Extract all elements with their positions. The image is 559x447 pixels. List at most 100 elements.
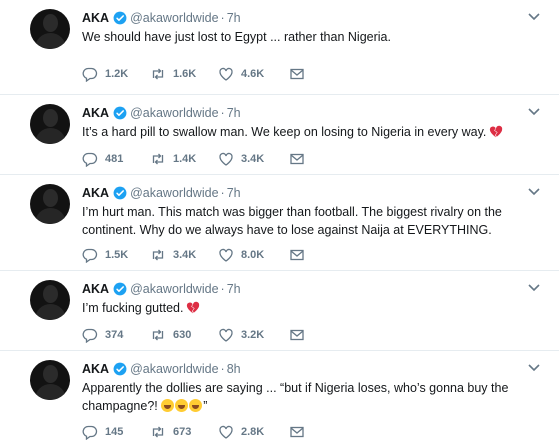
verified-badge-icon	[113, 362, 127, 376]
timestamp[interactable]: 7h	[227, 282, 241, 296]
separator: ·	[220, 282, 225, 296]
like-icon	[219, 425, 233, 439]
retweet-icon	[152, 426, 164, 438]
caret-down-icon[interactable]	[527, 363, 541, 373]
caret-down-icon[interactable]	[527, 12, 541, 22]
retweet-button[interactable]: 3.4K	[150, 247, 218, 263]
avatar[interactable]	[30, 9, 70, 49]
handle[interactable]: @akaworldwide	[130, 362, 218, 376]
tweet[interactable]: AKA @akaworldwide · 7h I’m fucking gutte…	[0, 271, 559, 351]
timestamp[interactable]: 7h	[227, 186, 241, 200]
tweet-header: AKA @akaworldwide · 7h	[82, 105, 241, 121]
direct-message-button[interactable]	[289, 327, 312, 343]
timestamp[interactable]: 7h	[227, 106, 241, 120]
broken-heart-icon	[490, 125, 503, 138]
handle[interactable]: @akaworldwide	[130, 282, 218, 296]
display-name[interactable]: AKA	[82, 362, 109, 376]
separator: ·	[220, 11, 225, 25]
reply-icon	[82, 328, 98, 343]
laughing-emoji-icon	[175, 399, 189, 412]
reply-icon	[82, 248, 98, 263]
like-icon	[219, 152, 233, 166]
display-name[interactable]: AKA	[82, 106, 109, 120]
tweet-actions: 374 630 3.2K	[82, 327, 312, 343]
like-count: 2.8K	[241, 426, 265, 438]
direct-message-button[interactable]	[289, 66, 312, 82]
display-name[interactable]: AKA	[82, 186, 109, 200]
like-icon	[219, 328, 233, 342]
like-button[interactable]: 2.8K	[218, 424, 289, 440]
tweet-text: I’m hurt man. This match was bigger than…	[82, 205, 502, 237]
tweet-actions: 145 673 2.8K	[82, 424, 312, 440]
direct-message-button[interactable]	[289, 247, 312, 263]
avatar[interactable]	[30, 184, 70, 224]
caret-down-icon[interactable]	[527, 283, 541, 293]
retweet-icon	[152, 249, 164, 261]
like-button[interactable]: 4.6K	[218, 66, 289, 82]
tweet-actions: 481 1.4K 3.4K	[82, 151, 312, 167]
verified-badge-icon	[113, 106, 127, 120]
reply-button[interactable]: 1.5K	[82, 247, 150, 263]
laughing-emoji-icon	[161, 399, 175, 412]
reply-button[interactable]: 374	[82, 327, 150, 343]
separator: ·	[220, 362, 225, 376]
tweet-text: I’m fucking gutted.	[82, 299, 532, 317]
reply-button[interactable]: 145	[82, 424, 150, 440]
tweet-text: It’s a hard pill to swallow man. We keep…	[82, 123, 532, 141]
timestamp[interactable]: 7h	[227, 11, 241, 25]
retweet-count: 630	[173, 329, 192, 341]
reply-icon	[82, 425, 98, 440]
laughing-emoji-icon	[189, 399, 203, 412]
direct-message-icon	[290, 426, 304, 438]
tweet[interactable]: AKA @akaworldwide · 8h Apparently the do…	[0, 351, 559, 447]
handle[interactable]: @akaworldwide	[130, 186, 218, 200]
like-button[interactable]: 8.0K	[218, 247, 289, 263]
caret-down-icon[interactable]	[527, 187, 541, 197]
retweet-icon	[152, 153, 164, 165]
retweet-icon	[152, 68, 164, 80]
retweet-button[interactable]: 1.6K	[150, 66, 218, 82]
reply-button[interactable]: 1.2K	[82, 66, 150, 82]
reply-button[interactable]: 481	[82, 151, 150, 167]
reply-count: 481	[105, 153, 124, 165]
direct-message-icon	[290, 153, 304, 165]
retweet-count: 1.6K	[173, 68, 197, 80]
retweet-button[interactable]: 1.4K	[150, 151, 218, 167]
like-button[interactable]: 3.2K	[218, 327, 289, 343]
reply-icon	[82, 152, 98, 167]
retweet-icon	[152, 329, 164, 341]
tweet[interactable]: AKA @akaworldwide · 7h We should have ju…	[0, 0, 559, 95]
avatar[interactable]	[30, 104, 70, 144]
reply-count: 1.2K	[105, 68, 129, 80]
handle[interactable]: @akaworldwide	[130, 11, 218, 25]
separator: ·	[220, 186, 225, 200]
direct-message-button[interactable]	[289, 151, 312, 167]
tweet-header: AKA @akaworldwide · 7h	[82, 281, 241, 297]
timestamp[interactable]: 8h	[227, 362, 241, 376]
caret-down-icon[interactable]	[527, 107, 541, 117]
tweet[interactable]: AKA @akaworldwide · 7h I’m hurt man. Thi…	[0, 175, 559, 271]
like-count: 8.0K	[241, 249, 265, 261]
display-name[interactable]: AKA	[82, 11, 109, 25]
avatar[interactable]	[30, 280, 70, 320]
reply-count: 374	[105, 329, 124, 341]
tweet-text: We should have just lost to Egypt ... ra…	[82, 30, 391, 44]
display-name[interactable]: AKA	[82, 282, 109, 296]
retweet-button[interactable]: 630	[150, 327, 218, 343]
direct-message-button[interactable]	[289, 424, 312, 440]
reply-icon	[82, 67, 98, 82]
like-button[interactable]: 3.4K	[218, 151, 289, 167]
like-count: 3.2K	[241, 329, 265, 341]
tweet-header: AKA @akaworldwide · 7h	[82, 185, 241, 201]
retweet-count: 1.4K	[173, 153, 197, 165]
retweet-button[interactable]: 673	[150, 424, 218, 440]
like-count: 3.4K	[241, 153, 265, 165]
broken-heart-icon	[187, 301, 200, 314]
reply-count: 1.5K	[105, 249, 129, 261]
avatar[interactable]	[30, 360, 70, 400]
tweet[interactable]: AKA @akaworldwide · 7h It’s a hard pill …	[0, 95, 559, 175]
retweet-count: 3.4K	[173, 249, 197, 261]
verified-badge-icon	[113, 186, 127, 200]
handle[interactable]: @akaworldwide	[130, 106, 218, 120]
like-count: 4.6K	[241, 68, 265, 80]
